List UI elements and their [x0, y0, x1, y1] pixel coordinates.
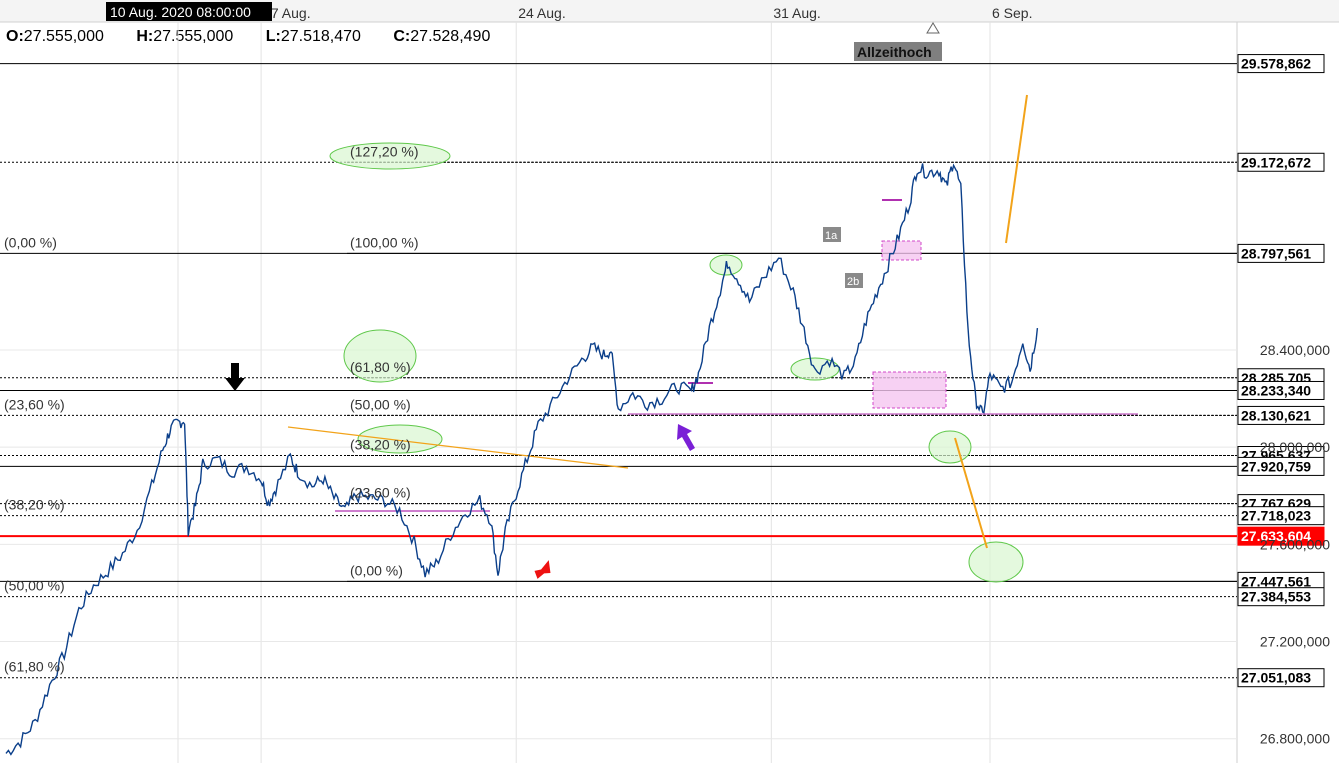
price-tick-label: 26.800,000 — [1260, 731, 1330, 747]
fib-mid-label: (100,00 %) — [350, 234, 418, 250]
chart-labels: (0,00 %) (23,60 %) (38,20 %) (50,00 %) (61,8… — [4, 44, 932, 675]
crosshair-time-label: 10 Aug. 2020 08:00:00 — [110, 4, 251, 20]
time-tick-label: 6 Sep. — [992, 5, 1032, 21]
grid — [0, 22, 1237, 763]
down-arrow-black — [225, 363, 245, 391]
price-tick-label: 28.400,000 — [1260, 342, 1330, 358]
fib-mid-label: (0,00 %) — [350, 562, 403, 578]
wave-label-2b: 2b — [847, 276, 859, 288]
price-level-tag-text: 28.233,340 — [1241, 382, 1311, 398]
price-level-tag-text: 27.447,561 — [1241, 573, 1311, 589]
fib-mid-label: (61,80 %) — [350, 359, 411, 375]
fib-left-label: (61,80 %) — [4, 659, 65, 675]
price-level-tag-text: 27.718,023 — [1241, 508, 1311, 524]
price-levels: 29.578,86229.172,67228.797,56128.285,705… — [0, 54, 1325, 688]
ath-label: Allzeithoch — [857, 44, 932, 60]
price-level-tag-text: 28.130,621 — [1241, 407, 1311, 423]
fib-mid-label: (38,20 %) — [350, 437, 411, 453]
wave-label-1a: 1a — [825, 230, 838, 242]
price-level-tag-text: 27.384,553 — [1241, 589, 1311, 605]
price-tick-label: 28.000,000 — [1260, 439, 1330, 455]
time-tick-label: 24 Aug. — [518, 5, 566, 21]
fib-mid-label: (23,60 %) — [350, 485, 411, 501]
fib-mid-label: (127,20 %) — [350, 143, 418, 159]
projection-up-line — [1005, 94, 1028, 244]
fib-target-ellipse — [968, 541, 1024, 583]
fib-mid-label: (50,00 %) — [350, 396, 411, 412]
time-tick-label: 31 Aug. — [773, 5, 821, 21]
resistance-zone — [872, 371, 947, 409]
ath-triangle-icon — [926, 22, 940, 34]
target-zone — [881, 240, 922, 261]
projection-down-line — [954, 437, 988, 549]
fib-left-label: (0,00 %) — [4, 234, 57, 250]
fib-left-label: (50,00 %) — [4, 578, 65, 594]
axis-labels: 17 Aug. 24 Aug. 31 Aug. 6 Sep.10 Aug. 2020 … — [106, 2, 1330, 747]
price-level-tag-text: 29.172,672 — [1241, 154, 1311, 170]
price-tick-label: 27.200,000 — [1260, 634, 1330, 650]
fib-left-label: (38,20 %) — [4, 497, 65, 513]
fib-target-ellipse — [928, 430, 972, 464]
price-chart[interactable]: 29.578,86229.172,67228.797,56128.285,705… — [0, 0, 1339, 763]
price-level-tag-text: 29.578,862 — [1241, 56, 1311, 72]
up-arrow-red — [534, 560, 551, 579]
price-level-tag-text: 27.051,083 — [1241, 670, 1311, 686]
price-tick-label: 27.600,000 — [1260, 536, 1330, 552]
price-level-tag-text: 27.920,759 — [1241, 458, 1311, 474]
fib-left-label: (23,60 %) — [4, 396, 65, 412]
price-level-tag-text: 28.797,561 — [1241, 245, 1311, 261]
